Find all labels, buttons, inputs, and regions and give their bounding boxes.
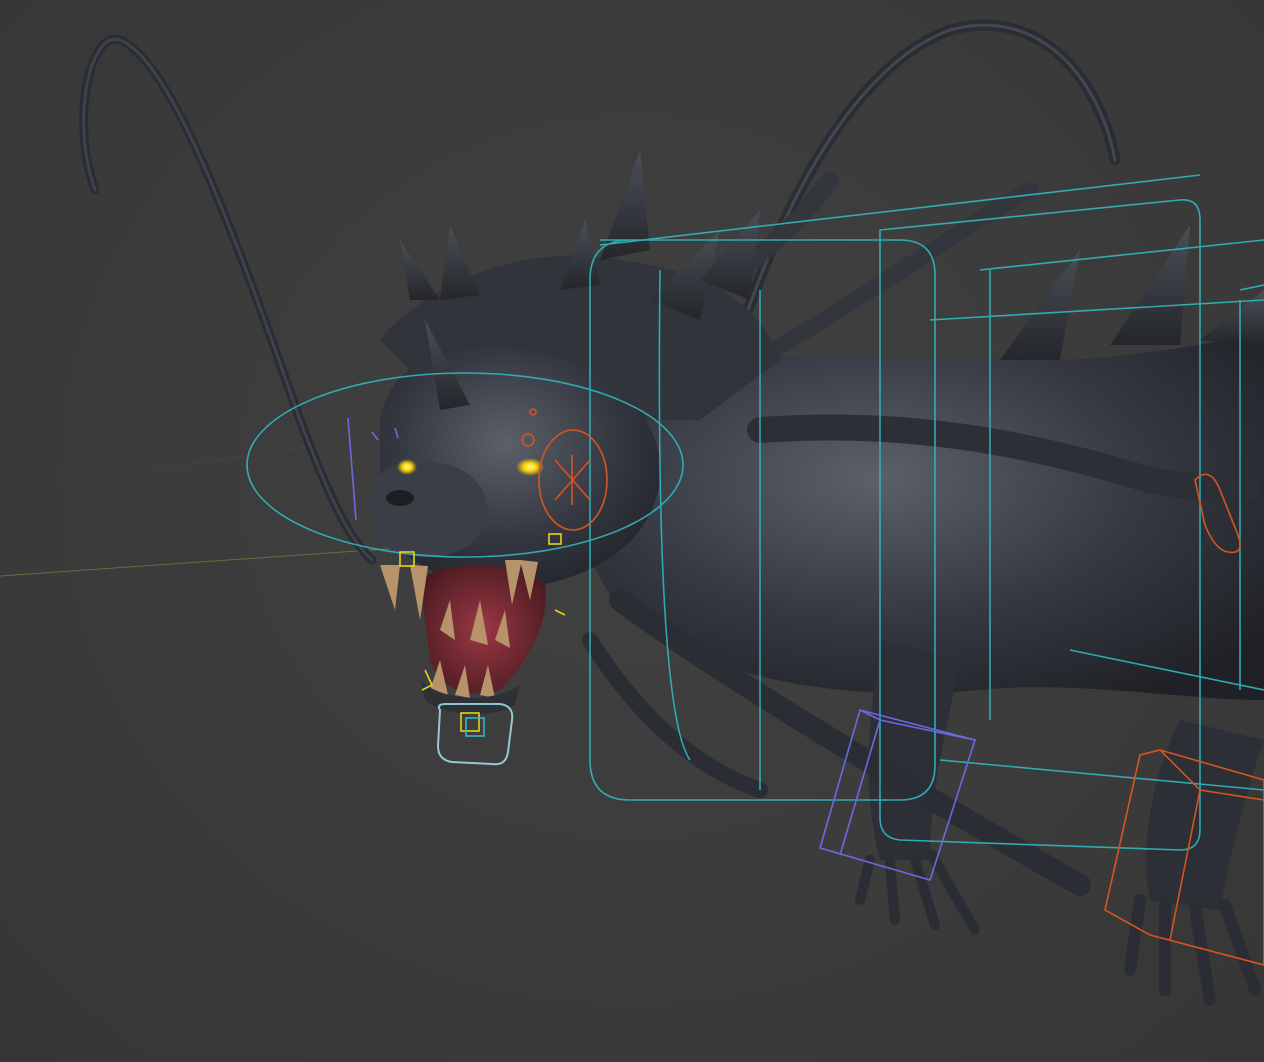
- jaw-gizmo: [460, 712, 480, 732]
- world-axis-lines: [0, 429, 421, 577]
- body-rail-1: [599, 174, 1201, 246]
- body-rail-2: [929, 299, 1264, 321]
- 3d-viewport[interactable]: [0, 0, 1264, 1062]
- spine-control-1: [979, 239, 1264, 271]
- left-eye: [397, 459, 417, 475]
- whisker-guide: [347, 417, 357, 521]
- scene-canvas[interactable]: [0, 0, 1264, 1062]
